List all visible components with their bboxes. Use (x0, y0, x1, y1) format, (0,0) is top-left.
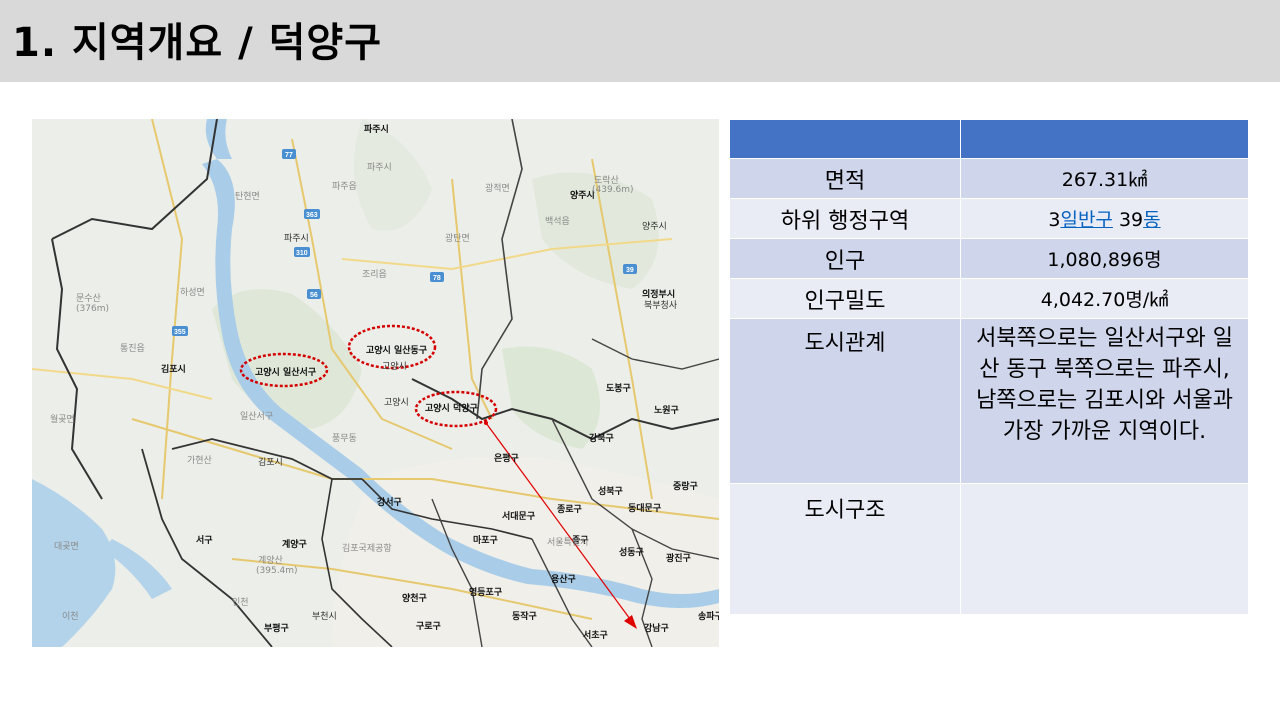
map-place-label: 부천시 (312, 611, 337, 622)
table-row: 인구밀도 4,042.70명/㎢ (729, 278, 1249, 319)
map-place-label: 동작구 (512, 611, 537, 622)
sub-admin-label: 하위 행정구역 (729, 198, 961, 239)
map-labels: 고양시 일산동구 고양시 일산서구 고양시 덕양구 파주시 파주시 파주읍 광적… (50, 123, 719, 641)
map-place-label: 대곶면 (54, 541, 79, 552)
map-place-label: 노원구 (654, 404, 679, 416)
density-value: 4,042.70명/㎢ (960, 278, 1249, 319)
map-place-label: 39 (626, 267, 634, 274)
population-label: 인구 (729, 238, 961, 279)
structure-value (960, 483, 1249, 615)
map-place-label: 통진읍 (120, 343, 145, 354)
map-place-label: 하성면 (180, 287, 205, 298)
map-place-label: 조리읍 (362, 269, 387, 280)
map-place-label: 김포국제공항 (342, 542, 392, 554)
map-place-label: 355 (174, 329, 186, 336)
map-place-label: 중랑구 (673, 480, 698, 492)
map-place-label: 양천구 (402, 592, 427, 604)
relation-value: 서북쪽으로는 일산서구와 일산 동구 북쪽으로는 파주시, 남쪽으로는 김포시와… (960, 318, 1249, 484)
table-header-cell (960, 119, 1249, 159)
map-place-label: 광진구 (666, 552, 691, 564)
map-place-label: 서대문구 (502, 510, 535, 522)
map-place-label: 은평구 (494, 452, 519, 464)
map-place-label: 서초구 (583, 629, 608, 641)
label-deokyang: 고양시 덕양구 (425, 402, 478, 414)
table-header-cell (729, 119, 961, 159)
map-place-label: 서구 (196, 534, 213, 546)
map-place-label: 파주시 (367, 162, 392, 173)
map-place-label: 영등포구 (469, 586, 502, 598)
dong-link[interactable]: 동 (1143, 209, 1160, 231)
map-place-label: 강서구 (377, 496, 402, 508)
map-place-label: 강북구 (589, 432, 614, 444)
map-place-label: 파주읍 (332, 181, 357, 192)
table-row: 도시구조 (729, 483, 1249, 615)
title-bar: 1. 지역개요 / 덕양구 (0, 0, 1280, 82)
map-place-label: 구로구 (416, 621, 441, 632)
map-place-label: 양주시 (642, 221, 667, 232)
map-place-label: 광탄면 (445, 232, 470, 244)
table-row: 면적 267.31㎢ (729, 158, 1249, 199)
sub-admin-mid: 39 (1112, 209, 1144, 231)
table-row: 도시관계 서북쪽으로는 일산서구와 일산 동구 북쪽으로는 파주시, 남쪽으로는… (729, 318, 1249, 484)
map-place-label: 김포시 (258, 456, 283, 468)
map-place-label: (376m) (76, 304, 109, 314)
map-place-label: 성동구 (619, 546, 644, 558)
map-place-label: 인천 (232, 597, 249, 608)
table-row: 인구 1,080,896명 (729, 238, 1249, 279)
map-place-label: 김포시 (161, 363, 186, 375)
map-place-label: 광적면 (485, 182, 510, 194)
map-place-label: 의정부시 (642, 288, 675, 300)
ilbangu-link[interactable]: 일반구 (1060, 209, 1112, 231)
map-place-label: 도봉구 (606, 383, 631, 394)
area-label: 면적 (729, 158, 961, 199)
map-place-label: 강남구 (644, 622, 669, 634)
map-place-label: (395.4m) (256, 566, 298, 576)
area-value: 267.31㎢ (960, 158, 1249, 199)
table-header-row (729, 119, 1249, 159)
map-place-label: 풍무동 (332, 433, 357, 444)
map-place-label: 계양구 (282, 538, 307, 550)
map-place-label: 탄현면 (235, 191, 260, 202)
map-place-label: 문수산 (76, 293, 101, 304)
map-place-label: 77 (285, 152, 293, 159)
slide-title: 1. 지역개요 / 덕양구 (12, 20, 383, 66)
map-place-label: 이천 (62, 611, 79, 622)
map-place-label: 용산구 (551, 573, 576, 585)
map-place-label: 가현산 (187, 455, 212, 466)
region-map[interactable]: 고양시 일산동구 고양시 일산서구 고양시 덕양구 파주시 파주시 파주읍 광적… (32, 119, 719, 647)
map-place-label: 마포구 (473, 534, 498, 546)
density-label: 인구밀도 (729, 278, 961, 319)
map-place-label: 363 (306, 212, 318, 219)
label-ilsanseo: 고양시 일산서구 (255, 366, 316, 378)
map-place-label: (439.6m) (592, 185, 634, 195)
map-place-label: 파주시 (364, 123, 389, 135)
map-place-label: 계양산 (258, 554, 283, 566)
map-place-label: 동대문구 (628, 502, 661, 514)
map-place-label: 78 (433, 275, 441, 282)
map-place-label: 파주시 (284, 233, 309, 244)
map-place-label: 310 (296, 250, 308, 257)
map-place-label: 북부청사 (644, 300, 678, 311)
map-place-label: 고양시 (382, 361, 407, 372)
label-ilsandong: 고양시 일산동구 (366, 344, 427, 356)
map-place-label: 월곶면 (50, 413, 75, 425)
map-place-label: 백석읍 (545, 216, 570, 227)
map-place-label: 종로구 (557, 504, 582, 515)
map-place-label: 송파구 (698, 610, 719, 622)
table-row: 하위 행정구역 3일반구 39동 (729, 198, 1249, 239)
relation-label: 도시관계 (729, 318, 961, 484)
map-place-label: 고양시 (384, 397, 409, 408)
sub-admin-value: 3일반구 39동 (960, 198, 1249, 239)
map-place-label: 부평구 (264, 622, 289, 634)
map-place-label: 서울특별시 (547, 537, 588, 548)
info-table: 면적 267.31㎢ 하위 행정구역 3일반구 39동 인구 1,080,896… (729, 119, 1249, 615)
population-value: 1,080,896명 (960, 238, 1249, 279)
map-place-label: 56 (310, 292, 318, 299)
structure-label: 도시구조 (729, 483, 961, 615)
sub-admin-prefix: 3 (1048, 209, 1061, 231)
map-place-label: 성북구 (598, 485, 623, 497)
map-place-label: 일산서구 (240, 411, 273, 422)
